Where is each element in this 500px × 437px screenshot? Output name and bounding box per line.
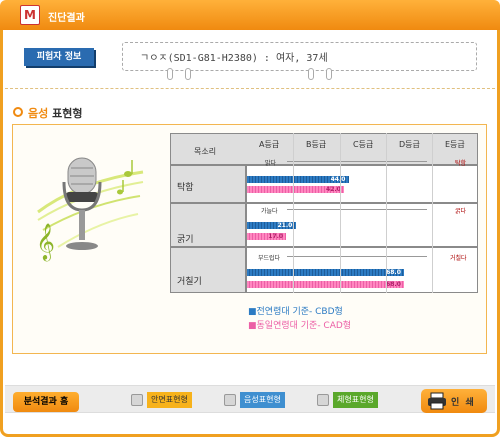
binder-ring-icon <box>308 68 314 80</box>
print-button[interactable]: 인 쇄 <box>421 389 487 413</box>
grade-c: C등급 <box>353 140 374 149</box>
divider <box>5 88 495 89</box>
legend-cbd: ■전연령대 기준- CBD형 <box>248 307 343 317</box>
cbd-value: 68.0 <box>386 269 401 276</box>
grid-line <box>293 133 294 293</box>
check-icon <box>224 394 236 406</box>
binder-ring-icon <box>326 68 332 80</box>
axis-right-label: 거칠다 <box>450 255 467 262</box>
print-label: 인 쇄 <box>451 398 474 408</box>
voice-type-label: 음성표현형 <box>240 392 285 408</box>
row-label-cell: 거칠기 <box>170 247 246 293</box>
cad-value: 68.0 <box>386 281 401 288</box>
row-name: 거칠기 <box>177 277 202 287</box>
row-area <box>246 165 478 203</box>
grade-a: A등급 <box>259 140 280 149</box>
grid-line <box>386 133 387 293</box>
check-icon <box>131 394 143 406</box>
cbd-value: 21.0 <box>277 222 293 229</box>
grade-b: B등급 <box>306 140 327 149</box>
grid-line <box>432 133 433 293</box>
printer-icon <box>428 392 446 410</box>
table-header-label: 목소리 <box>194 147 217 156</box>
cad-value: 17.0 <box>268 233 284 240</box>
svg-text:𝄞: 𝄞 <box>36 222 55 261</box>
subject-info-text: ㄱㅇㅈ(SD1-G81-H2380) : 여자, 37세 <box>140 53 328 64</box>
voice-type-button[interactable]: 음성표현형 <box>224 392 292 408</box>
grade-d: D등급 <box>399 140 420 149</box>
check-icon <box>317 394 329 406</box>
axis-left-label: 맑다 <box>265 160 277 167</box>
section-title-accent: 음성 <box>28 107 49 120</box>
cad-bar <box>247 281 405 288</box>
axis-left-label: 부드럽다 <box>258 255 281 262</box>
logo-icon <box>20 5 40 25</box>
subject-info-tab: 피험자 정보 <box>24 48 94 66</box>
voice-grade-table: 목소리 A등급 B등급 C등급 D등급 E등급 탁함 맑다 탁함 44.0 42… <box>170 133 478 293</box>
axis-line <box>287 209 427 210</box>
grid-line <box>340 133 341 293</box>
face-type-button[interactable]: 안면표현형 <box>131 392 199 408</box>
microphone-illustration: 𝄞 <box>36 157 144 261</box>
cad-value: 42.0 <box>326 186 341 193</box>
axis-right-label: 탁함 <box>455 160 467 167</box>
section-title: 음성 표현형 <box>28 105 82 121</box>
row-label-cell: 굵기 <box>170 203 246 247</box>
axis-left-label: 가늘다 <box>261 208 278 215</box>
legend-cad: ■동일연령대 기준- CAD형 <box>248 321 352 331</box>
section-title-rest: 표현형 <box>48 107 83 120</box>
window-title: 진단결과 <box>48 13 85 24</box>
axis-line <box>287 161 427 162</box>
row-name: 탁함 <box>177 183 194 193</box>
grade-e: E등급 <box>445 140 465 149</box>
cbd-bar <box>247 269 405 276</box>
binder-ring-icon <box>185 68 191 80</box>
body-type-label: 체형표현형 <box>333 392 378 408</box>
row-name: 굵기 <box>177 235 194 245</box>
body-type-button[interactable]: 체형표현형 <box>317 392 385 408</box>
bullet-icon <box>13 107 23 117</box>
analysis-home-button[interactable]: 분석결과 홈 <box>13 392 79 412</box>
title-bar: 진단결과 <box>0 0 500 30</box>
footer-bar: 분석결과 홈 안면표현형 음성표현형 체형표현형 인 쇄 <box>0 381 500 437</box>
axis-line <box>287 256 427 257</box>
row-label-cell: 탁함 <box>170 165 246 203</box>
cbd-value: 44.0 <box>330 176 346 183</box>
binder-ring-icon <box>167 68 173 80</box>
axis-right-label: 굵다 <box>455 208 467 215</box>
face-type-label: 안면표현형 <box>147 392 192 408</box>
